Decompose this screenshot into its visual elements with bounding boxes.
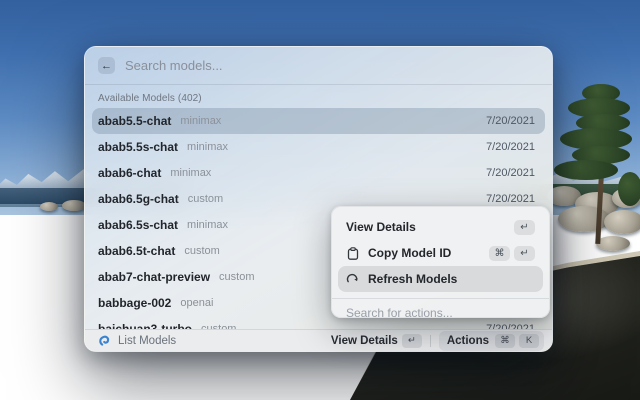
list-item[interactable]: abab5.5s-chat minimax 7/20/2021 [92,134,545,160]
return-keycap: ↵ [514,219,535,235]
model-provider: custom [219,271,255,283]
back-button[interactable]: ← [98,57,115,74]
actions-label: Actions [446,334,489,347]
status-bar: List Models View Details ↵ Actions ⌘ K [85,329,552,351]
model-name: abab5.5s-chat [98,140,179,154]
list-item[interactable]: abab6-chat minimax 7/20/2021 [92,160,545,186]
actions-menu: View Details ↵ Copy Model ID ⌘ ↵ Refresh… [331,206,550,320]
model-date: 7/20/2021 [486,115,535,127]
model-date: 7/20/2021 [486,167,535,179]
model-name: abab5.5-chat [98,114,172,128]
model-provider: minimax [180,115,222,127]
actions-button[interactable]: Actions ⌘ K [438,330,544,351]
model-provider: custom [184,245,220,257]
model-provider: minimax [187,141,228,153]
model-name: abab6.5g-chat [98,192,179,206]
divider [429,334,431,347]
section-header: Available Models (402) [98,93,202,104]
menu-item-copy-model-id[interactable]: Copy Model ID ⌘ ↵ [338,240,543,266]
model-name: babbage-002 [98,296,172,310]
search-bar: ← Search models... [85,47,552,85]
actions-search-input[interactable]: Search for actions... [332,299,549,327]
search-input[interactable]: Search models... [125,58,223,73]
tree-foliage [554,160,618,180]
menu-item-label: Copy Model ID [368,246,452,260]
menu-item-label: Refresh Models [368,272,458,286]
primary-action-button[interactable]: View Details [331,335,398,347]
model-name: abab6-chat [98,166,162,180]
model-date: 7/20/2021 [486,141,535,153]
clipboard-icon [346,246,359,260]
model-provider: minimax [187,219,228,231]
model-name: abab6.5t-chat [98,244,176,258]
boulder [62,200,86,211]
model-name: abab7-chat-preview [98,270,211,284]
cmd-keycap: ⌘ [489,245,510,261]
pine-tree [552,84,640,249]
model-provider: openai [180,297,214,309]
return-keycap: ↵ [401,333,422,348]
model-name: baichuan3-turbo [98,322,193,329]
list-models-app-icon [98,334,111,347]
model-date: 7/20/2021 [486,193,535,205]
model-provider: custom [187,193,224,205]
return-keycap: ↵ [514,245,535,261]
menu-item-label: View Details [346,220,416,234]
app-label: List Models [118,334,177,347]
arrow-left-icon: ← [101,59,112,72]
boulder [40,202,58,211]
menu-item-view-details[interactable]: View Details ↵ [338,214,543,240]
list-item[interactable]: abab5.5-chat minimax 7/20/2021 [92,108,545,134]
model-name: abab6.5s-chat [98,218,179,232]
menu-item-refresh-models[interactable]: Refresh Models [338,266,543,292]
refresh-icon [346,273,359,286]
cmd-keycap: ⌘ [495,333,515,348]
model-provider: minimax [170,167,212,179]
tree-foliage [618,172,640,206]
k-keycap: K [519,333,539,348]
